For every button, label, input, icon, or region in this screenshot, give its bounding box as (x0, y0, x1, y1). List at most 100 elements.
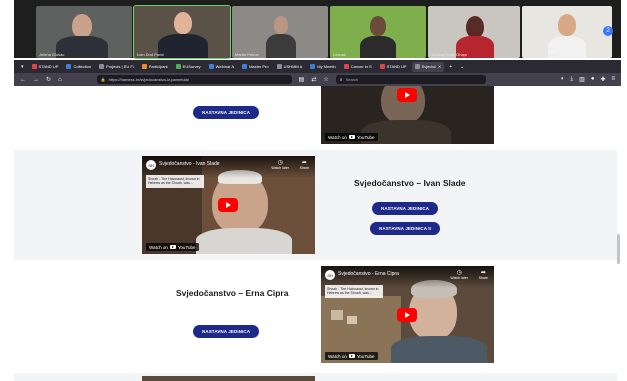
youtube-video-embed[interactable]: SH Svjedočanstvo - Ivan Slade ◷ Watch lat… (142, 156, 315, 254)
lesson-button[interactable]: NASTAVNA JEDINICA (193, 325, 260, 338)
browser-tab-active[interactable]: Svjedoč ✕ (411, 61, 445, 72)
participant-name: Jovana Dožić Ohaja (431, 52, 467, 57)
browser-tab[interactable]: Participant (139, 62, 171, 72)
participant-tile[interactable]: Martin Petruv (232, 6, 328, 58)
participant-tile[interactable]: Jelena Glušac (36, 6, 132, 58)
watch-on-label: Watch on (328, 353, 347, 359)
browser-tab[interactable]: Master Pro (239, 62, 272, 72)
youtube-brand-label: YouTube (177, 244, 196, 250)
tab-favicon-icon (242, 64, 248, 69)
participant-tile[interactable]: Uranak (330, 6, 426, 58)
search-bar[interactable]: ⌕ Search (335, 75, 486, 84)
pocket-icon[interactable]: ◐ (561, 76, 565, 83)
tab-list-icon[interactable]: ▾ (18, 64, 27, 70)
reload-icon[interactable]: ↻ (46, 76, 51, 83)
youtube-logo-icon (348, 135, 355, 139)
watch-later-label: Watch later (271, 166, 289, 170)
tab-favicon-icon (379, 64, 385, 69)
tab-favicon-icon (141, 64, 147, 69)
tab-favicon-icon (31, 64, 37, 69)
lesson-button[interactable]: NASTAVNA JEDINICA (193, 106, 260, 119)
channel-avatar[interactable]: SH (146, 160, 156, 170)
participant-tile-active[interactable]: Ivan Dud Pavić (133, 5, 231, 59)
watch-on-youtube-link[interactable]: Watch on YouTube (325, 133, 378, 141)
participant-name: Jelena Stojanović (525, 52, 557, 57)
youtube-video-embed[interactable] (142, 376, 315, 381)
video-title[interactable]: Svjedočanstvo - Ivan Slade (159, 161, 220, 167)
address-bar[interactable]: 🔒 https://hamess.hr/svjedocanstva-iz-pam… (96, 75, 292, 84)
close-icon[interactable]: ✕ (438, 64, 441, 69)
library-icon[interactable]: ▥ (579, 76, 585, 83)
youtube-logo-icon (348, 354, 355, 358)
browser-tab[interactable]: Webinar A (206, 62, 237, 72)
browser-tab[interactable]: My Meetin (307, 62, 338, 72)
share-label: Share (299, 166, 309, 170)
extensions-icon[interactable]: ✚ (600, 76, 605, 83)
tab-label: Participant (148, 64, 168, 69)
watch-on-youtube-link[interactable]: Watch on YouTube (325, 352, 378, 360)
play-button[interactable] (218, 198, 238, 212)
tab-label: My Meetin (317, 64, 336, 69)
tab-label: Master Pro (249, 64, 269, 69)
testimony-section: NASTAVNA JEDINICA Watch on YouTube (14, 86, 617, 150)
reader-icon[interactable]: ▤ (299, 76, 305, 83)
call-options-button[interactable]: 2 (603, 26, 613, 36)
video-call-strip: Jelena Glušac Ivan Dud Pavić Martin Petr… (14, 0, 621, 59)
participant-video (466, 16, 484, 38)
tab-label: STAND UP (386, 64, 407, 69)
participant-tile[interactable]: Jelena Stojanović (522, 6, 612, 58)
watch-later-button[interactable]: ◷ Watch later (271, 159, 289, 170)
browser-tab[interactable]: Collection (63, 62, 94, 72)
watch-on-label: Watch on (328, 134, 347, 140)
watch-on-youtube-link[interactable]: Watch on YouTube (146, 243, 199, 251)
tab-label: Svjedoč (421, 64, 436, 69)
channel-avatar[interactable]: SH (325, 270, 335, 280)
video-title[interactable]: Svjedočanstvo - Erna Cipra (338, 271, 399, 277)
tab-label: EUSurvey (182, 64, 201, 69)
browser-tab[interactable]: Cancer in S (341, 62, 375, 72)
participant-tile[interactable]: Jovana Dožić Ohaja (428, 6, 520, 58)
back-icon[interactable]: ← (20, 77, 26, 83)
testimony-section-erna-cipra: Svjedočanstvo – Erna Cipra NASTAVNA JEDI… (14, 260, 617, 373)
tab-label: Projects | EU Fi (106, 64, 134, 69)
menu-icon[interactable]: ≡ (611, 76, 615, 83)
play-button[interactable] (397, 88, 417, 102)
translate-icon[interactable]: ⇄ (311, 76, 316, 83)
youtube-video-embed[interactable]: Watch on YouTube (321, 86, 494, 144)
forward-icon[interactable]: → (33, 77, 39, 83)
new-tab-button[interactable]: + (446, 64, 455, 70)
chevron-down-icon[interactable]: ⌄ (457, 64, 467, 70)
lesson-button-2[interactable]: NASTAVNA JEDINICA II (370, 222, 441, 235)
tab-label: Cancer in S (350, 64, 372, 69)
browser-tab[interactable]: STAND UP (377, 62, 410, 72)
youtube-video-embed[interactable]: SH Svjedočanstvo - Erna Cipra ◷ Watch lat… (321, 266, 494, 363)
browser-tab[interactable]: STAND UP (29, 62, 62, 72)
browser-tab[interactable]: EUSurvey (173, 62, 204, 72)
account-icon[interactable]: ● (591, 76, 595, 83)
download-icon[interactable]: ⤓ (571, 76, 574, 83)
video-thumbnail (331, 310, 343, 320)
home-icon[interactable]: ⌂ (58, 77, 62, 83)
watch-later-button[interactable]: ◷ Watch later (450, 269, 468, 280)
tab-favicon-icon (343, 64, 349, 69)
page-content: NASTAVNA JEDINICA Watch on YouTube SH Sv… (14, 86, 621, 381)
browser-tab[interactable]: Projects | EU Fi (96, 62, 137, 72)
video-thumbnail (196, 228, 292, 254)
bookmark-icon[interactable]: ☆ (323, 76, 328, 83)
search-icon: ⌕ (339, 76, 343, 83)
participant-video (72, 14, 92, 38)
youtube-brand-label: YouTube (356, 134, 375, 140)
video-thumbnail (391, 336, 487, 363)
browser-tab-bar: ▾ STAND UP Collection Projects | EU Fi P… (14, 60, 621, 73)
lesson-button[interactable]: NASTAVNA JEDINICA (372, 202, 439, 215)
participant-name: Ivan Dud Pavić (137, 52, 164, 57)
participant-name: Martin Petruv (235, 52, 259, 57)
participant-video (558, 14, 576, 36)
share-button[interactable]: ➦ Share (300, 159, 309, 170)
search-input: Search (345, 77, 359, 82)
share-button[interactable]: ➦ Share (479, 269, 488, 280)
toolbar-icons: ◐ ⤓ ▥ ● ✚ ≡ (561, 76, 615, 83)
play-button[interactable] (397, 308, 417, 322)
browser-tab[interactable]: USHMM A (274, 62, 306, 72)
page-scrollbar[interactable] (617, 234, 620, 264)
